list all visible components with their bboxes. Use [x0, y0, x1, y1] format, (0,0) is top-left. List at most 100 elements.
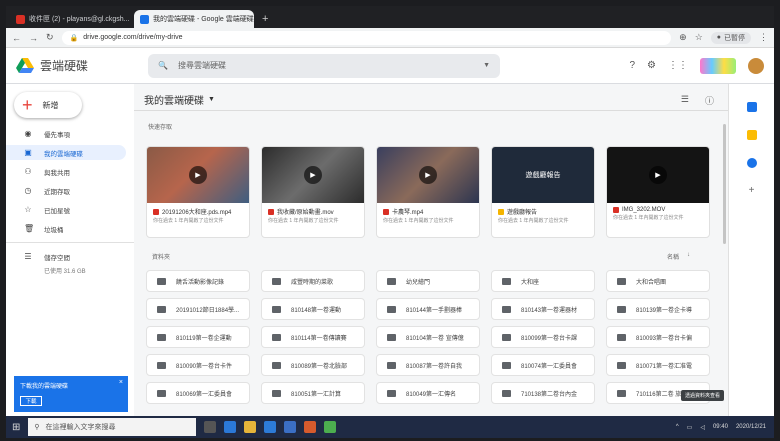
- forward-icon[interactable]: →: [29, 33, 38, 43]
- folder-item[interactable]: 810074第一汇委員會: [491, 354, 595, 376]
- tab-label: 我的雲端硬碟 - Google 雲端硬碟: [153, 16, 254, 23]
- org-logo[interactable]: [700, 57, 736, 74]
- folder-item[interactable]: 咸豐時期的菜歌: [261, 270, 365, 292]
- info-icon[interactable]: ⓘ: [705, 94, 714, 107]
- folder-name: 810139第一卷企卡導: [636, 307, 693, 314]
- menu-icon[interactable]: ⋮: [759, 32, 768, 43]
- file-explorer-icon[interactable]: [244, 421, 257, 433]
- folder-item[interactable]: 810104第一卷 宣傳億: [376, 326, 480, 348]
- sidebar-item-label: 已加星號: [44, 207, 70, 215]
- new-tab-button[interactable]: +: [256, 10, 274, 28]
- folder-name: 810074第一汇委員會: [521, 363, 578, 370]
- folder-item[interactable]: 饒舌活動影像記錄: [146, 270, 250, 292]
- sidebar-item-trash[interactable]: 🗑 垃圾桶: [6, 221, 134, 236]
- reload-icon[interactable]: ↻: [46, 32, 54, 43]
- quick-access-card[interactable]: ▶ 20191206大和座.pds.mp4 你在過去 1 年內開啟了這份文件: [146, 146, 250, 238]
- sort-label: 名稱: [666, 255, 679, 261]
- calendar-icon[interactable]: [746, 102, 757, 112]
- add-addon-icon[interactable]: +: [747, 186, 757, 196]
- profile-paused-button[interactable]: ● 已暫停: [710, 31, 751, 44]
- quick-access-card[interactable]: ▶ 我收藏/原始動畫.mov 你在過去 1 年內開啟了這份文件: [261, 146, 365, 238]
- folder-item[interactable]: 810143第一卷運器材: [491, 298, 595, 320]
- search-icon: 🔍: [158, 61, 168, 70]
- star-icon[interactable]: ☆: [695, 32, 703, 43]
- new-button[interactable]: + 新增: [14, 92, 82, 118]
- folder-item[interactable]: 810071第一卷汇准電: [606, 354, 710, 376]
- network-icon[interactable]: ▭: [687, 424, 693, 431]
- tab-gmail[interactable]: 收件匣 (2) - playans@gl.ckgsh... ×: [10, 10, 132, 28]
- scrollbar[interactable]: [723, 124, 726, 244]
- screen: 收件匣 (2) - playans@gl.ckgsh... × 我的雲端硬碟 -…: [6, 6, 774, 438]
- chrome-icon[interactable]: [324, 421, 337, 433]
- clock-date[interactable]: 2020/12/21: [736, 424, 766, 430]
- back-icon[interactable]: ←: [12, 33, 21, 43]
- edge-icon[interactable]: [224, 421, 237, 433]
- mail-icon[interactable]: [284, 421, 297, 433]
- scroll-badge: 透過資料夾查看: [680, 390, 724, 401]
- clock-time[interactable]: 09:40: [713, 424, 728, 430]
- folder-icon: [502, 305, 511, 313]
- powerpoint-icon[interactable]: [304, 421, 317, 433]
- folder-item[interactable]: 810090第一卷台卡件: [146, 354, 250, 376]
- folder-item[interactable]: 810139第一卷企卡導: [606, 298, 710, 320]
- sidebar-item-priority[interactable]: ◉ 優先事項: [6, 126, 134, 141]
- folder-item[interactable]: 810144第一手劃器棒: [376, 298, 480, 320]
- close-icon[interactable]: ×: [119, 379, 123, 386]
- folder-item[interactable]: 710138第二卷台內金: [491, 382, 595, 404]
- folder-icon: [387, 333, 396, 341]
- store-icon[interactable]: [264, 421, 277, 433]
- sidebar-item-storage[interactable]: ☰ 儲存空間: [6, 249, 134, 264]
- quick-access-label: 快速存取: [148, 125, 173, 131]
- help-icon[interactable]: ?: [629, 60, 635, 71]
- sidebar-item-my-drive[interactable]: ▣ 我的雲端硬碟: [6, 145, 126, 160]
- folder-item[interactable]: 810049第一汇傳名: [376, 382, 480, 404]
- folder-item[interactable]: 810051第一汇計算: [261, 382, 365, 404]
- quick-access-card[interactable]: ▶ IMG_3202.MOV 你在過去 1 年內開啟了這份文件: [606, 146, 710, 238]
- folder-icon: [502, 333, 511, 341]
- folder-icon: [502, 389, 511, 397]
- folder-item[interactable]: 大和合唱團: [606, 270, 710, 292]
- url-field[interactable]: 🔒 drive.google.com/drive/my-drive: [61, 30, 672, 45]
- folder-item[interactable]: 幼兒繪門: [376, 270, 480, 292]
- divider: [6, 242, 134, 243]
- folder-item[interactable]: 810093第一卷台卡偏: [606, 326, 710, 348]
- quick-access-card[interactable]: 遊戲廳報告 遊戲廳報告 你在過去 1 年內開啟了這份文件: [491, 146, 595, 238]
- tasks-icon[interactable]: [746, 158, 757, 168]
- folder-item[interactable]: 810087第一卷許自我: [376, 354, 480, 376]
- sort-control[interactable]: 名稱 ↓: [667, 252, 690, 261]
- folder-item[interactable]: 810069第一汇委員會: [146, 382, 250, 404]
- volume-icon[interactable]: ◁: [700, 424, 705, 431]
- folder-item[interactable]: 810119第一卷企運動: [146, 326, 250, 348]
- windows-start-icon[interactable]: ⊞: [12, 422, 20, 433]
- list-view-icon[interactable]: ☰: [681, 94, 689, 107]
- chevron-up-icon[interactable]: ^: [676, 424, 679, 430]
- folder-item[interactable]: 810114第一卷傳讀賽: [261, 326, 365, 348]
- folder-icon: [387, 305, 396, 313]
- apps-grid-icon[interactable]: ⋮⋮: [668, 60, 688, 71]
- folder-icon: [387, 277, 396, 285]
- keep-icon[interactable]: [746, 130, 757, 140]
- download-button[interactable]: 下載: [20, 396, 42, 406]
- sidebar-item-starred[interactable]: ☆ 已加星號: [6, 202, 134, 217]
- zoom-icon[interactable]: ⊕: [679, 32, 687, 43]
- drive-logo[interactable]: 雲端硬碟: [16, 57, 144, 74]
- folder-item[interactable]: 20191012節日1884學...: [146, 298, 250, 320]
- page-title: 我的雲端硬碟: [144, 96, 204, 107]
- folder-name: 810104第一卷 宣傳億: [406, 335, 464, 342]
- breadcrumb[interactable]: 我的雲端硬碟 ▼: [144, 92, 215, 107]
- search-options-icon[interactable]: ▼: [483, 62, 490, 69]
- quick-access-card[interactable]: ▶ 卡農琴.mp4 你在過去 1 年內開啟了這份文件: [376, 146, 480, 238]
- folder-item[interactable]: 810099第一卷台卡課: [491, 326, 595, 348]
- folder-item[interactable]: 大和座: [491, 270, 595, 292]
- gear-icon[interactable]: ⚙: [647, 60, 656, 71]
- folder-item[interactable]: 810089第一卷北臉部: [261, 354, 365, 376]
- search-input[interactable]: 🔍 搜尋雲端硬碟 ▼: [148, 53, 500, 78]
- sidebar-item-recent[interactable]: ◷ 近期存取: [6, 183, 134, 198]
- windows-taskbar: ⊞ ⚲ 在這裡輸入文字來搜尋 ^ ▭ ◁ 09:40 2020/12/21: [6, 416, 774, 438]
- avatar[interactable]: [748, 57, 764, 74]
- tab-drive[interactable]: 我的雲端硬碟 - Google 雲端硬碟 ×: [134, 10, 254, 28]
- taskbar-search-input[interactable]: ⚲ 在這裡輸入文字來搜尋: [28, 418, 197, 436]
- folder-item[interactable]: 810148第一卷運動: [261, 298, 365, 320]
- task-view-icon[interactable]: [204, 421, 217, 433]
- sidebar-item-shared[interactable]: ⚇ 與我共用: [6, 164, 134, 179]
